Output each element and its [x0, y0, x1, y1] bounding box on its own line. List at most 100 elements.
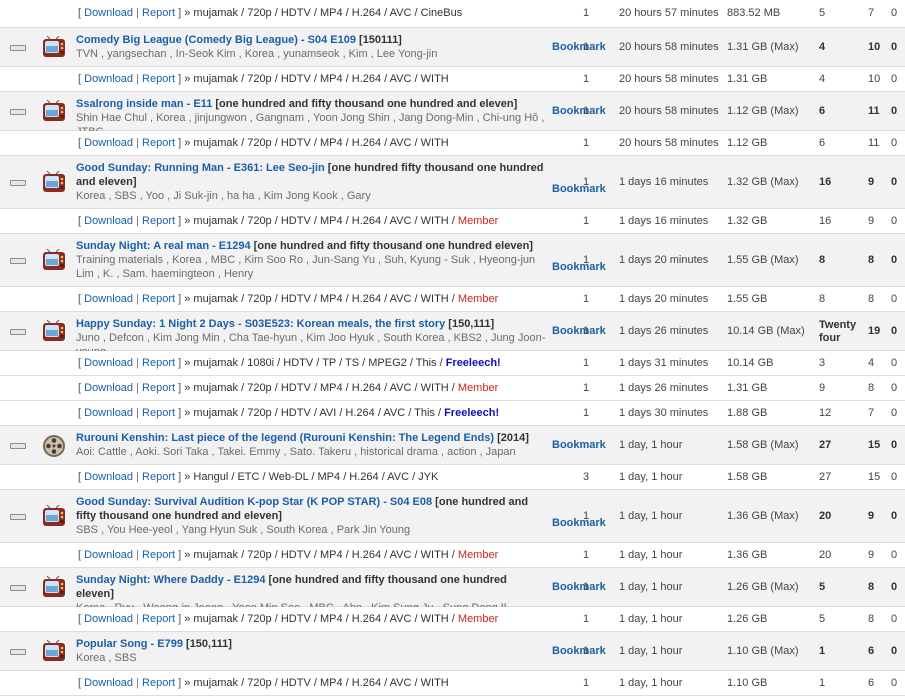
group-title-extra: [one hundred and fifty thousand one hund…	[212, 98, 518, 110]
upload-time: 20 hours 57 minutes	[619, 7, 719, 19]
report-link[interactable]: Report	[142, 357, 175, 369]
group-title-link[interactable]: Rurouni Kenshin: Last piece of the legen…	[76, 432, 494, 444]
seeder-count: 9	[868, 176, 875, 188]
download-link[interactable]: Download	[84, 407, 133, 419]
bookmark-link[interactable]: Bookmark	[552, 645, 606, 657]
link-separator: |	[133, 471, 143, 483]
report-link[interactable]: Report	[142, 215, 175, 227]
group-title-link[interactable]: Comedy Big League (Comedy Big League) - …	[76, 34, 356, 46]
bookmark-link[interactable]: Bookmark	[552, 581, 606, 593]
collapse-toggle[interactable]	[10, 180, 26, 186]
report-link[interactable]: Report	[142, 382, 175, 394]
group-title-link[interactable]: Sunday Night: Where Daddy - E1294	[76, 574, 265, 586]
group-tags: Training materials , Korea , MBC , Kim S…	[76, 254, 536, 280]
group-title-link[interactable]: Good Sunday: Running Man - E361: Lee Seo…	[76, 162, 325, 174]
torrent-format-info: » mujamak / 720p / HDTV / MP4 / H.264 / …	[181, 137, 449, 149]
download-link[interactable]: Download	[84, 73, 133, 85]
link-separator: |	[133, 549, 143, 561]
link-separator: |	[133, 613, 143, 625]
report-link[interactable]: Report	[142, 73, 175, 85]
group-row: Good Sunday: Survival Audition K-pop Sta…	[0, 490, 905, 543]
torrent-format-info: » mujamak / 720p / HDTV / MP4 / H.264 / …	[181, 73, 449, 85]
torrent-size: 1.31 GB	[727, 73, 768, 85]
group-title-link[interactable]: Happy Sunday: 1 Night 2 Days - S03E523: …	[76, 318, 445, 330]
collapse-toggle[interactable]	[10, 109, 26, 115]
bookmark-link[interactable]: Bookmark	[552, 325, 606, 337]
bookmark-link[interactable]: Bookmark	[552, 439, 606, 451]
report-link[interactable]: Report	[142, 7, 175, 19]
group-title: Sunday Night: Where Daddy - E1294 [one h…	[76, 573, 546, 601]
seeder-count: 15	[868, 439, 881, 451]
group-title-link[interactable]: Ssalrong inside man - E11	[76, 98, 212, 110]
upload-time: 1 days 20 minutes	[619, 293, 709, 305]
torrent-row: [ Download | Report ] » mujamak / 720p /…	[0, 543, 905, 568]
group-info: Popular Song - E799 [150,111] Korea , SBS	[76, 637, 546, 665]
collapse-toggle[interactable]	[10, 45, 26, 51]
file-count: 1	[583, 293, 590, 305]
collapse-toggle[interactable]	[10, 649, 26, 655]
torrent-row: [ Download | Report ] » mujamak / 720p /…	[0, 0, 905, 28]
collapse-toggle[interactable]	[10, 514, 26, 520]
freeleech-badge: Freeleech!	[444, 407, 500, 419]
snatch-count: Twenty four	[819, 319, 857, 344]
report-link[interactable]: Report	[142, 677, 175, 689]
leecher-count: 0	[891, 549, 898, 561]
group-title-extra: [150111]	[355, 34, 402, 46]
collapse-toggle[interactable]	[10, 585, 26, 591]
film-reel-icon	[42, 434, 66, 458]
link-separator: |	[133, 73, 143, 85]
torrent-size: 1.36 GB (Max)	[727, 510, 799, 522]
report-link[interactable]: Report	[142, 471, 175, 483]
download-link[interactable]: Download	[84, 293, 133, 305]
tv-icon	[42, 639, 66, 664]
bookmark-link[interactable]: Bookmark	[552, 183, 606, 195]
download-link[interactable]: Download	[84, 7, 133, 19]
bookmark-link[interactable]: Bookmark	[552, 261, 606, 273]
file-count: 1	[583, 677, 590, 689]
group-title: Good Sunday: Survival Audition K-pop Sta…	[76, 495, 546, 523]
download-link[interactable]: Download	[84, 471, 133, 483]
download-link[interactable]: Download	[84, 613, 133, 625]
leecher-count: 0	[891, 254, 898, 266]
report-link[interactable]: Report	[142, 407, 175, 419]
report-link[interactable]: Report	[142, 293, 175, 305]
download-link[interactable]: Download	[84, 382, 133, 394]
collapse-toggle[interactable]	[10, 443, 26, 449]
report-link[interactable]: Report	[142, 613, 175, 625]
bookmark-link[interactable]: Bookmark	[552, 41, 606, 53]
collapse-toggle[interactable]	[10, 258, 26, 264]
snatch-count: 1	[819, 645, 826, 657]
torrent-format-info: » mujamak / 720p / HDTV / MP4 / H.264 / …	[181, 613, 458, 625]
group-title: Ssalrong inside man - E11 [one hundred a…	[76, 97, 546, 111]
seeder-count: 10	[868, 73, 881, 85]
report-link[interactable]: Report	[142, 549, 175, 561]
download-link[interactable]: Download	[84, 357, 133, 369]
seeder-count: 6	[868, 645, 875, 657]
collapse-toggle[interactable]	[10, 329, 26, 335]
bookmark-link[interactable]: Bookmark	[552, 105, 606, 117]
snatch-count: 3	[819, 357, 826, 369]
torrent-size: 1.12 GB (Max)	[727, 105, 799, 117]
leecher-count: 0	[891, 645, 898, 657]
group-row: Sunday Night: Where Daddy - E1294 [one h…	[0, 568, 905, 614]
group-title-link[interactable]: Good Sunday: Survival Audition K-pop Sta…	[76, 496, 432, 508]
report-link[interactable]: Report	[142, 137, 175, 149]
file-count: 1	[583, 105, 590, 117]
bookmark-link[interactable]: Bookmark	[552, 517, 606, 529]
download-link[interactable]: Download	[84, 677, 133, 689]
torrent-format-info: » mujamak / 720p / HDTV / MP4 / H.264 / …	[181, 7, 463, 19]
file-count: 1	[583, 581, 590, 593]
download-link[interactable]: Download	[84, 215, 133, 227]
leecher-count: 0	[891, 581, 898, 593]
download-link[interactable]: Download	[84, 549, 133, 561]
group-title-link[interactable]: Popular Song - E799	[76, 638, 183, 650]
torrent-links: [ Download | Report ] » mujamak / 720p /…	[78, 7, 462, 19]
group-title-link[interactable]: Sunday Night: A real man - E1294	[76, 240, 251, 252]
seeder-count: 7	[868, 407, 875, 419]
group-tags: Korea , SBS , Yoo , Ji Suk-jin , ha ha ,…	[76, 190, 371, 202]
seeder-count: 8	[868, 293, 875, 305]
file-count: 1	[583, 73, 590, 85]
download-link[interactable]: Download	[84, 137, 133, 149]
leecher-count: 0	[891, 41, 898, 53]
torrent-row: [ Download | Report ] » mujamak / 720p /…	[0, 607, 905, 632]
